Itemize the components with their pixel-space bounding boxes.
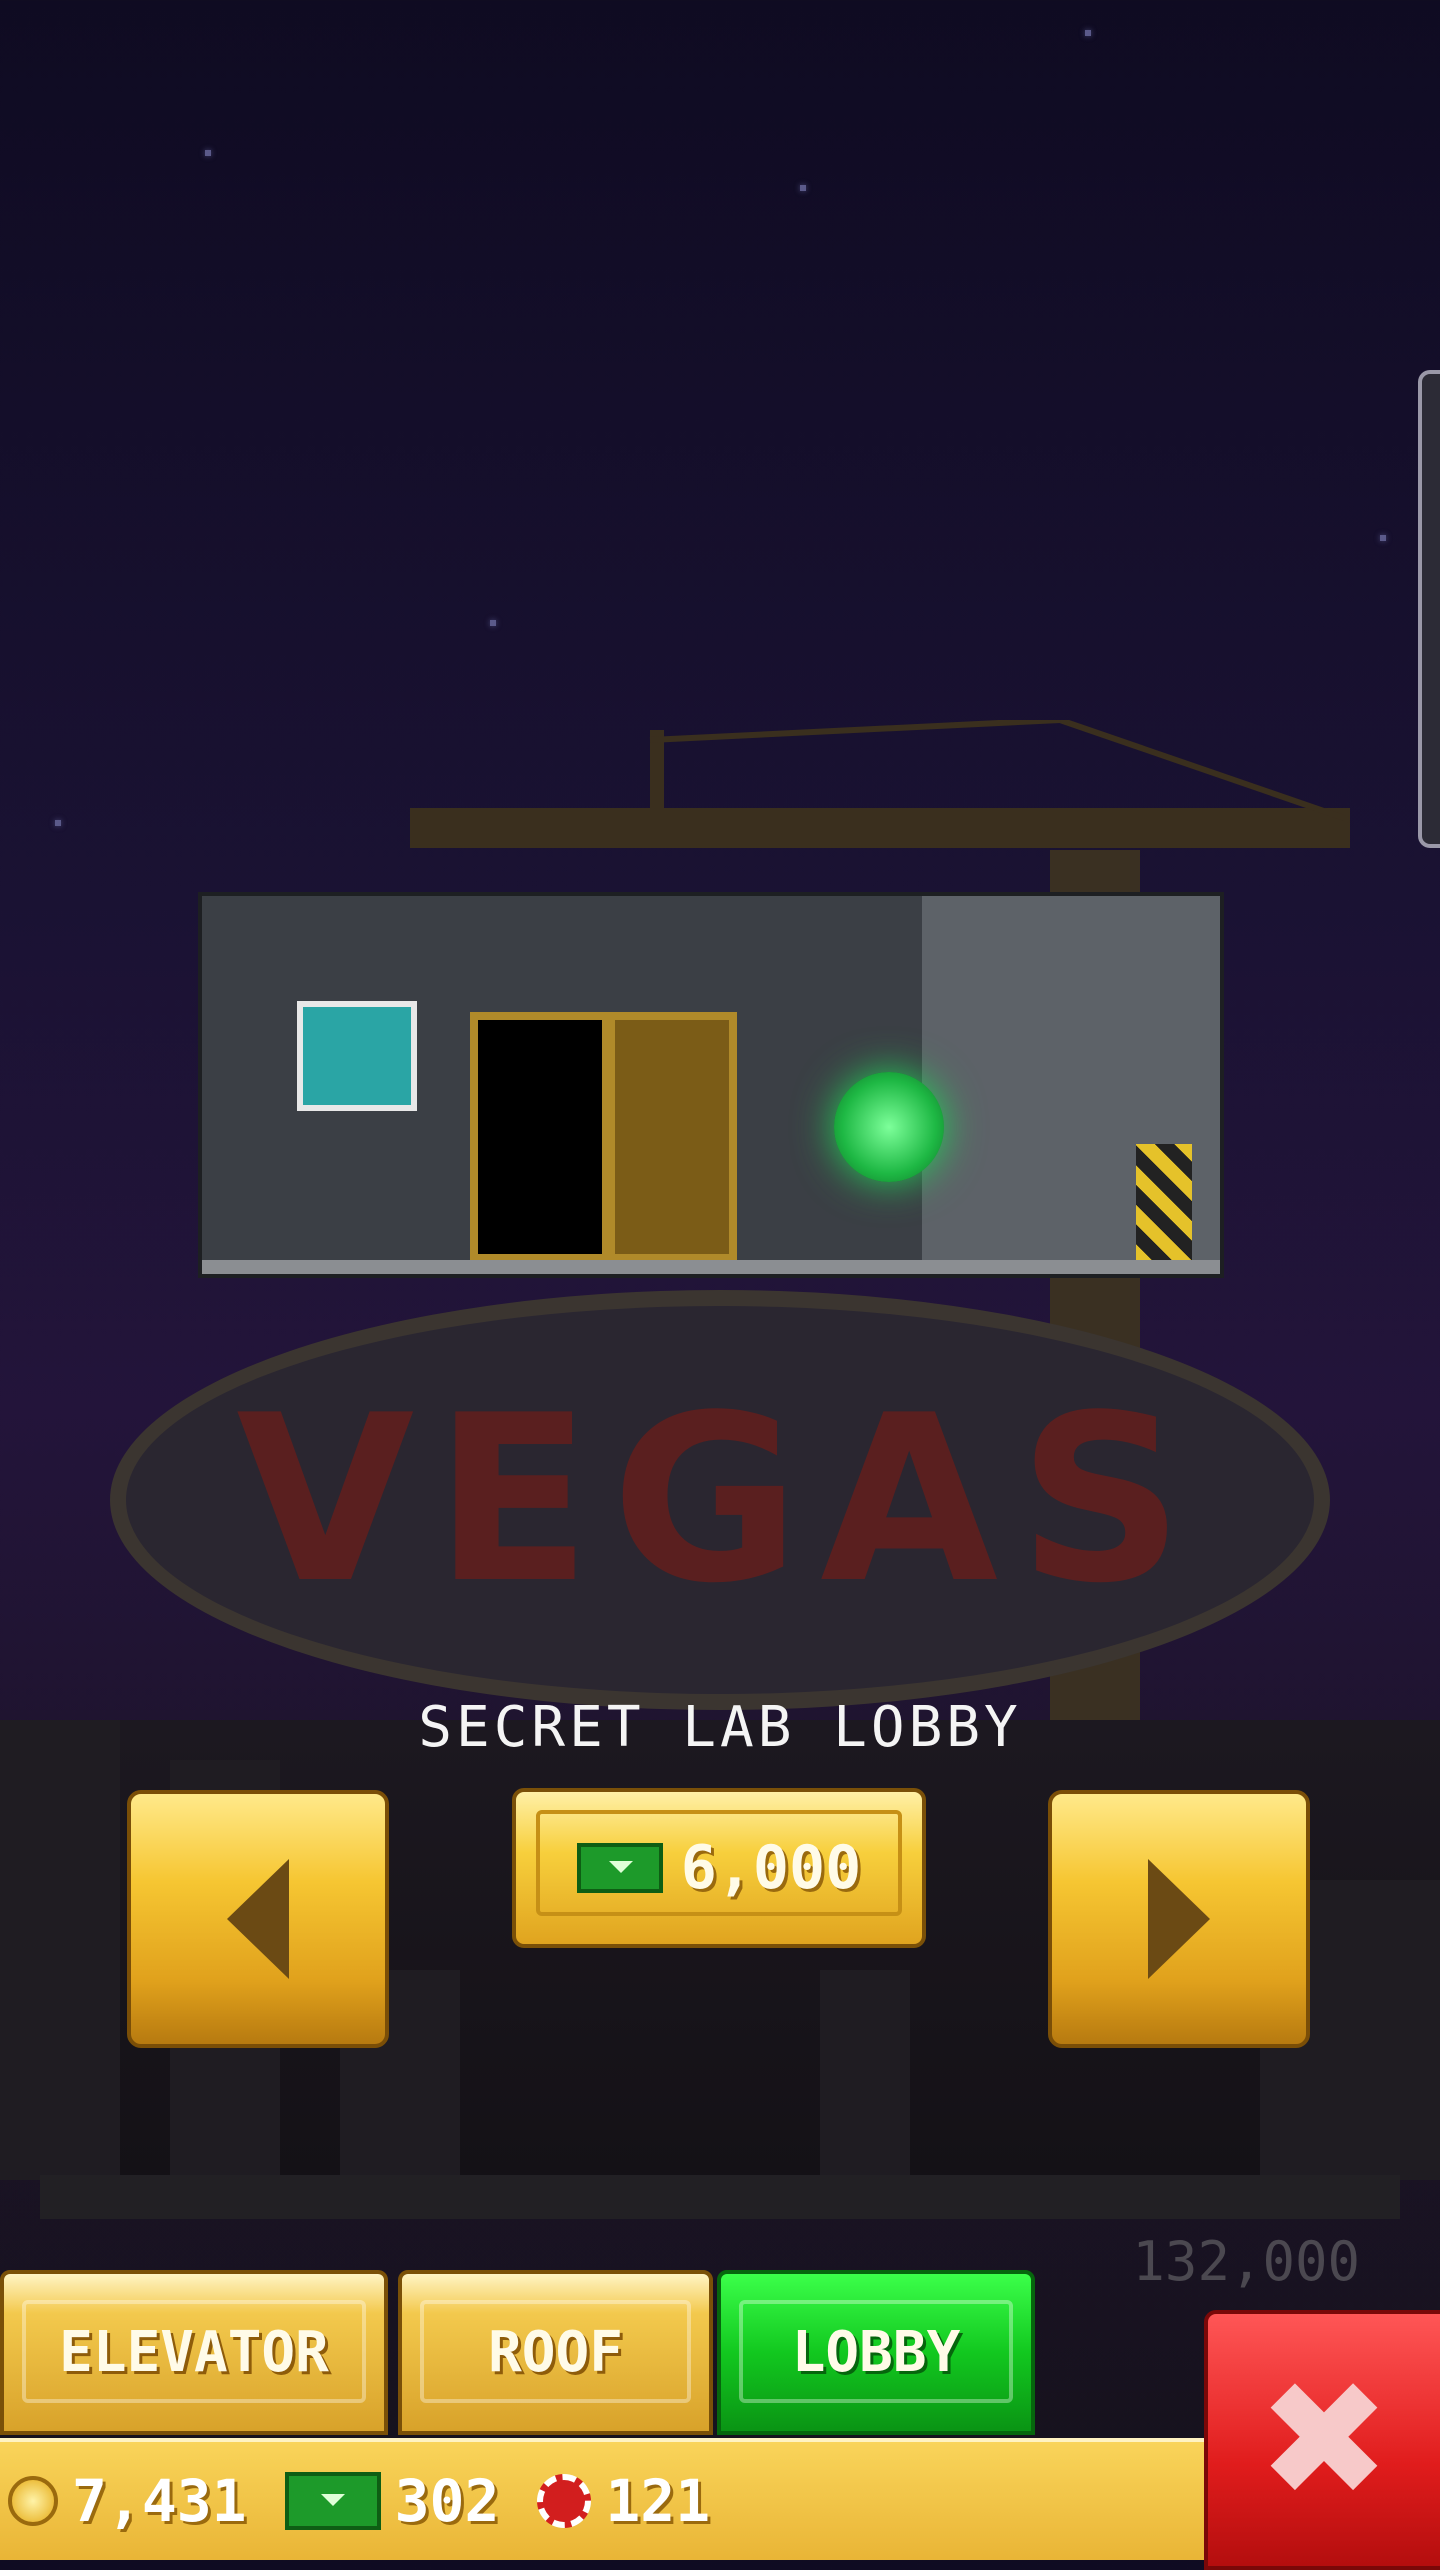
elevator-door-closed (607, 1012, 737, 1262)
green-orb (834, 1072, 944, 1182)
hazard-post (1136, 1144, 1192, 1264)
coin-icon (8, 2476, 58, 2526)
close-icon: ✖ (1256, 2346, 1392, 2533)
next-lobby-button[interactable] (1048, 1790, 1310, 2048)
chips-count: 121 (605, 2467, 711, 2535)
previous-lobby-button[interactable] (127, 1790, 389, 2048)
tab-elevator-label: ELEVATOR (59, 2320, 329, 2385)
star (1380, 535, 1386, 541)
tab-lobby-label: LOBBY (791, 2320, 961, 2385)
vegas-sign-text: VEGAS (236, 1366, 1204, 1634)
tab-roof[interactable]: ROOF (398, 2270, 713, 2435)
star (55, 820, 61, 826)
tab-lobby[interactable]: LOBBY (717, 2270, 1035, 2435)
vegas-sign: VEGAS (110, 1290, 1330, 1710)
tab-roof-label: ROOF (488, 2320, 623, 2385)
star (205, 150, 211, 156)
close-button[interactable]: ✖ (1204, 2310, 1440, 2570)
left-arrow-icon (227, 1859, 289, 1979)
buy-lobby-button[interactable]: 6,000 (512, 1788, 926, 1948)
bux-icon (576, 1843, 663, 1893)
floor-strip (40, 2175, 1400, 2219)
side-panel-handle[interactable] (1418, 370, 1440, 848)
bux-icon (284, 2472, 381, 2530)
currency-bar: 7,431 302 121 (0, 2438, 1210, 2560)
chip-icon (537, 2474, 592, 2528)
lab-tank (297, 1001, 417, 1111)
tab-elevator[interactable]: ELEVATOR (0, 2270, 388, 2435)
coins-count: 7,431 (72, 2467, 247, 2535)
star (800, 185, 806, 191)
bux-count: 302 (394, 2467, 500, 2535)
lobby-preview (198, 892, 1224, 1278)
elevator-door-open (470, 1012, 610, 1262)
price-label: 6,000 (680, 1833, 862, 1903)
lobby-name: SECRET LAB LOBBY (418, 1695, 1022, 1760)
star (490, 620, 496, 626)
right-arrow-icon (1148, 1859, 1210, 1979)
room-floor (202, 1260, 1220, 1274)
star (1085, 30, 1091, 36)
floor-cost-label: 132,000 (1132, 2230, 1360, 2293)
